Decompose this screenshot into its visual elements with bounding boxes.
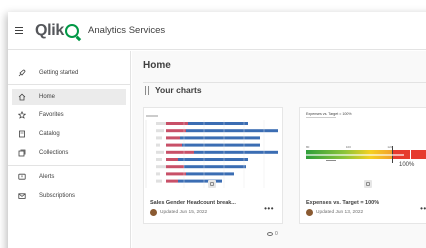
sidebar-item-label: Collections	[39, 150, 69, 156]
thumbnail-bar-gray	[156, 165, 166, 169]
avatar	[150, 209, 157, 216]
thumbnail-bar-blue	[186, 172, 234, 176]
gauge-scale-label: 100	[345, 145, 351, 149]
more-options-icon[interactable]: •••	[420, 204, 426, 213]
gauge-segment-separator	[410, 150, 411, 159]
sidebar: Getting started Home Favorites Catalog C…	[8, 51, 131, 248]
thumbnail-bar-blue	[180, 136, 260, 140]
thumbnail-bar-gray	[156, 122, 166, 125]
thumbnail-bar-blue	[188, 122, 248, 125]
alert-icon	[18, 173, 26, 181]
sidebar-item-label: Catalog	[39, 131, 60, 137]
eye-icon	[267, 232, 273, 236]
thumbnail-bar-gray	[156, 143, 160, 147]
qlik-logo[interactable]: Qlik	[35, 21, 80, 40]
thumbnail-bar-red	[166, 179, 178, 183]
sidebar-item-catalog[interactable]: Catalog	[12, 126, 126, 142]
view-count: 0	[267, 231, 278, 237]
chart-card[interactable]: Expenses vs. Target = 100% 80 100 120 14…	[299, 107, 426, 224]
bar-group	[156, 122, 278, 183]
gauge-value-label: 100%	[399, 162, 415, 168]
sidebar-item-collections[interactable]: Collections	[12, 145, 126, 161]
sidebar-item-subscriptions[interactable]: Subscriptions	[12, 188, 126, 204]
gauge-scale-label: 80	[306, 145, 310, 149]
gauge-reference-mark	[326, 160, 336, 163]
gauge-scale: 80 100 120 140	[306, 145, 426, 149]
section-divider	[143, 82, 426, 83]
sheet-icon	[364, 180, 372, 188]
drag-handle-icon[interactable]	[145, 86, 150, 95]
top-bar: Qlik Analytics Services	[8, 12, 426, 50]
card-meta: Updated Jun 13, 2022	[306, 209, 363, 216]
section-title: Your charts	[155, 85, 202, 95]
thumbnail-bar-red	[166, 129, 186, 133]
thumbnail-bar-red	[166, 172, 186, 176]
thumbnail-bar-blue	[184, 165, 246, 169]
sidebar-item-label: Favorites	[39, 112, 64, 118]
app-window: Qlik Analytics Services Getting started …	[8, 12, 426, 248]
thumbnail-bar-red	[166, 150, 194, 154]
thumbnail-bar-red	[166, 158, 178, 161]
card-updated: Updated Jun 15, 2022	[160, 210, 208, 215]
service-name: Analytics Services	[88, 25, 166, 36]
gauge-value-bar	[306, 154, 404, 156]
view-count-value: 0	[275, 231, 278, 237]
avatar	[306, 209, 313, 216]
sidebar-item-label: Home	[39, 94, 56, 100]
gauge-title: Expenses vs. Target = 100%	[306, 112, 352, 116]
thumbnail-bar-gray	[156, 129, 164, 133]
thumbnail-bar-red	[166, 165, 184, 169]
catalog-icon	[18, 130, 26, 138]
chart-thumbnail: Expenses vs. Target = 100% 80 100 120 14…	[300, 108, 426, 194]
thumbnail-bar-gray	[156, 158, 162, 161]
chart-card[interactable]: Sales Gender Headcount break... Updated …	[143, 107, 283, 224]
collections-icon	[18, 149, 26, 157]
card-meta: Updated Jun 15, 2022	[150, 209, 207, 216]
sidebar-item-label: Getting started	[39, 70, 79, 76]
thumbnail-bar-red	[166, 136, 180, 140]
thumbnail-bar-red	[166, 122, 188, 125]
card-title: Sales Gender Headcount break...	[150, 200, 236, 206]
thumbnail-bar-blue	[178, 158, 248, 161]
logo-q-mark	[65, 23, 80, 38]
sidebar-item-favorites[interactable]: Favorites	[12, 107, 126, 123]
home-icon	[18, 93, 26, 101]
sidebar-item-alerts[interactable]: Alerts	[12, 169, 126, 185]
rocket-icon	[18, 69, 26, 77]
thumbnail-bar-red	[166, 143, 182, 147]
page-title: Home	[143, 60, 171, 71]
envelope-icon	[18, 192, 26, 200]
card-updated: Updated Jun 13, 2022	[316, 210, 364, 215]
gauge-scale-label: 120	[387, 145, 393, 149]
sidebar-item-label: Subscriptions	[39, 193, 76, 199]
sidebar-divider	[8, 165, 130, 166]
more-options-icon[interactable]: •••	[264, 204, 274, 213]
thumbnail-bar-gray	[156, 136, 162, 140]
star-icon	[18, 111, 26, 119]
sidebar-divider	[8, 84, 130, 85]
thumbnail-bar-blue	[194, 150, 278, 154]
logo-text: Qlik	[35, 21, 65, 39]
thumbnail-bar-blue	[182, 143, 260, 147]
menu-icon[interactable]	[15, 27, 23, 35]
main-content: Home Your charts Sales Gender Headcount …	[132, 51, 426, 248]
thumbnail-bar-gray	[156, 150, 164, 154]
sidebar-item-label: Alerts	[39, 174, 55, 180]
thumbnail-bar-blue	[186, 129, 278, 133]
sidebar-item-home[interactable]: Home	[12, 89, 126, 105]
gauge-subtitle-placeholder	[306, 117, 336, 118]
sheet-icon	[208, 180, 216, 188]
thumbnail-bar-gray	[156, 172, 160, 176]
thumbnail-bar-gray	[156, 179, 162, 183]
sidebar-item-getting-started[interactable]: Getting started	[12, 65, 126, 81]
card-title: Expenses vs. Target = 100%	[306, 200, 380, 206]
